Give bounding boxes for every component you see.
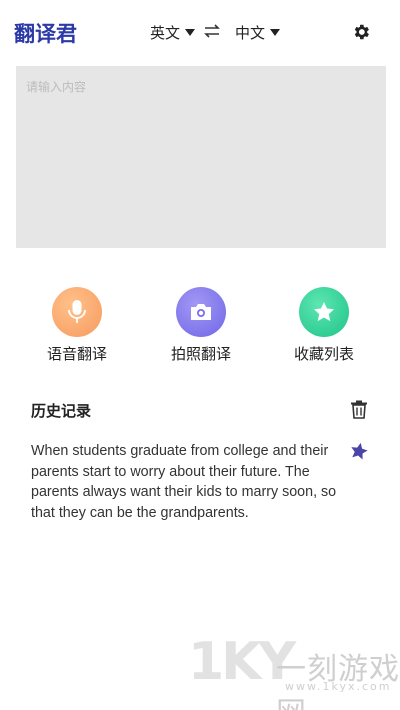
source-language-label: 英文 bbox=[150, 24, 181, 42]
history-title: 历史记录 bbox=[31, 402, 92, 420]
app-logo: 翻译君 bbox=[14, 22, 77, 46]
microphone-icon bbox=[68, 300, 86, 323]
favorite-star-icon[interactable] bbox=[349, 441, 369, 461]
swap-languages-icon[interactable] bbox=[203, 24, 221, 38]
star-icon bbox=[314, 302, 334, 322]
history-item-text: When students graduate from college and … bbox=[31, 443, 337, 521]
favorites-list-label: 收藏列表 bbox=[293, 345, 354, 363]
favorites-list-button[interactable]: 收藏列表 bbox=[274, 287, 374, 364]
camera-icon bbox=[191, 304, 211, 320]
photo-translate-button[interactable]: 拍照翻译 bbox=[151, 287, 251, 364]
watermark-text: 一刻游戏网 bbox=[276, 652, 400, 710]
photo-translate-label: 拍照翻译 bbox=[170, 345, 231, 363]
photo-translate-circle bbox=[176, 287, 226, 337]
gear-icon[interactable] bbox=[351, 22, 371, 42]
voice-translate-button[interactable]: 语音翻译 bbox=[27, 287, 127, 364]
top-bar: 翻译君 英文 中文 bbox=[0, 0, 400, 62]
translation-input[interactable] bbox=[16, 66, 386, 248]
voice-translate-label: 语音翻译 bbox=[46, 345, 107, 363]
dropdown-arrow-icon bbox=[185, 29, 196, 36]
voice-translate-circle bbox=[52, 287, 102, 337]
favorites-list-circle bbox=[299, 287, 349, 337]
target-language-selector[interactable]: 中文 bbox=[235, 22, 281, 43]
watermark-url: www.1kyx.com bbox=[285, 680, 392, 693]
trash-icon[interactable] bbox=[350, 400, 368, 419]
target-language-label: 中文 bbox=[235, 24, 266, 42]
source-language-selector[interactable]: 英文 bbox=[150, 22, 196, 43]
dropdown-arrow-icon bbox=[270, 29, 281, 36]
history-list-item[interactable]: When students graduate from college and … bbox=[31, 441, 371, 523]
